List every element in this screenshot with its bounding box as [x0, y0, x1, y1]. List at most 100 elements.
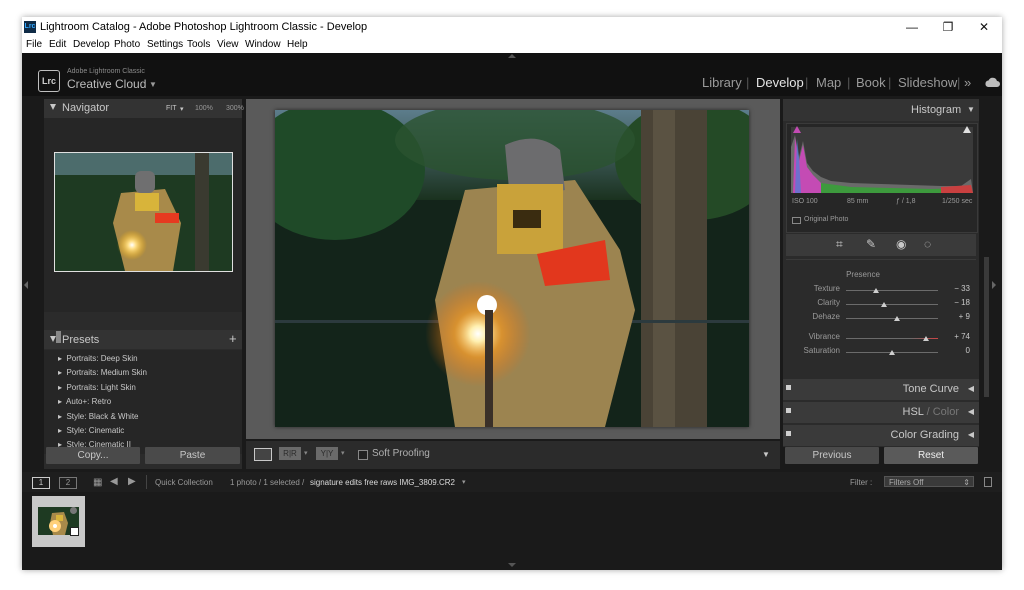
zoom-100[interactable]: 100%: [195, 105, 213, 112]
menu-help[interactable]: Help: [287, 39, 308, 50]
menu-tools[interactable]: Tools: [187, 39, 210, 50]
zoom-fit[interactable]: FIT: [166, 105, 177, 112]
right-panel-scrollbar[interactable]: [984, 257, 989, 397]
preset-label: Portraits: Light Skin: [66, 383, 136, 392]
slider-thumb[interactable]: [923, 336, 930, 341]
tool-strip: ⌗ ✎ ◉ ◌: [786, 234, 976, 256]
swap-dropdown-icon[interactable]: ▾: [341, 449, 345, 457]
collapse-histogram-icon[interactable]: ▼: [967, 105, 975, 114]
collapse-right-icon[interactable]: [992, 281, 996, 289]
filmstrip: [22, 494, 1002, 549]
source-collection[interactable]: Quick Collection: [155, 478, 213, 487]
panel-toggle-icon[interactable]: [786, 408, 791, 413]
slider-thumb[interactable]: [880, 302, 887, 307]
forward-arrow-icon[interactable]: ▶: [128, 476, 136, 487]
histogram-shutter: 1/250 sec: [942, 198, 973, 205]
preset-item[interactable]: ▸ Auto+: Retro: [58, 397, 111, 406]
module-library[interactable]: Library: [702, 75, 742, 90]
preset-item[interactable]: ▸ Style: Black & White: [58, 412, 139, 421]
crop-tool-icon[interactable]: ⌗: [836, 237, 843, 252]
menu-photo[interactable]: Photo: [114, 39, 140, 50]
slider-thumb[interactable]: [893, 316, 900, 321]
identity-dropdown-icon[interactable]: ▼: [149, 80, 157, 89]
slider-value[interactable]: + 74: [946, 332, 970, 341]
module-develop[interactable]: Develop: [756, 75, 804, 90]
preset-item[interactable]: ▸ Portraits: Medium Skin: [58, 368, 147, 377]
paste-settings-button[interactable]: Paste: [145, 447, 240, 464]
menu-edit[interactable]: Edit: [49, 39, 66, 50]
soft-proofing-checkbox[interactable]: [358, 450, 368, 460]
navigator-preview[interactable]: [54, 152, 233, 272]
slider-track[interactable]: [846, 290, 938, 291]
reset-button[interactable]: Reset: [884, 447, 978, 464]
filename-dropdown-icon[interactable]: ▾: [462, 478, 466, 486]
healing-tool-icon[interactable]: ✎: [866, 237, 876, 251]
slider-thumb[interactable]: [889, 350, 895, 355]
zoom-dropdown-icon[interactable]: ▾: [180, 105, 184, 113]
menu-window[interactable]: Window: [245, 39, 281, 50]
navigator-header[interactable]: Navigator FIT ▾ 100% 300% ⇕: [44, 99, 261, 118]
hsl-tab[interactable]: HSL: [903, 406, 924, 418]
primary-window-button[interactable]: 1: [32, 477, 50, 489]
menu-view[interactable]: View: [217, 39, 239, 50]
menu-develop[interactable]: Develop: [73, 39, 110, 50]
toolbar-menu-icon[interactable]: ▼: [762, 450, 770, 459]
slider-track[interactable]: [846, 304, 938, 305]
add-preset-icon[interactable]: +: [229, 331, 237, 346]
slider-track[interactable]: [846, 318, 938, 319]
slider-value[interactable]: + 9: [946, 312, 970, 321]
previous-button[interactable]: Previous: [785, 447, 879, 464]
panel-toggle-icon[interactable]: [786, 385, 791, 390]
color-grading-section[interactable]: Color Grading ◀: [783, 425, 979, 446]
copy-settings-button[interactable]: Copy...: [46, 447, 140, 464]
minimize-icon[interactable]: —: [894, 17, 930, 38]
masking-tool-icon[interactable]: ◌: [924, 237, 931, 251]
module-book[interactable]: Book: [856, 75, 886, 90]
zoom-300[interactable]: 300%: [226, 105, 244, 112]
presets-header[interactable]: Presets +: [44, 330, 242, 349]
color-tab[interactable]: Color: [933, 406, 959, 418]
before-after-dropdown-icon[interactable]: ▾: [304, 449, 308, 457]
hsl-section[interactable]: HSL / Color ◀: [783, 402, 979, 423]
red-eye-tool-icon[interactable]: ◉: [896, 237, 906, 251]
back-arrow-icon[interactable]: ◀: [110, 476, 118, 487]
cloud-sync-icon[interactable]: [984, 76, 1000, 88]
slider-value[interactable]: 0: [946, 346, 970, 355]
tone-curve-section[interactable]: Tone Curve ◀: [783, 379, 979, 400]
slider-value[interactable]: − 33: [946, 284, 970, 293]
filter-lock-icon[interactable]: [984, 477, 992, 487]
swap-before-after-icon[interactable]: Y|Y: [316, 447, 338, 460]
main-photo[interactable]: [275, 110, 749, 427]
secondary-window-button[interactable]: 2: [59, 477, 77, 489]
filter-select[interactable]: Filters Off ⇕: [884, 476, 974, 487]
collapse-left-icon[interactable]: [24, 281, 28, 289]
panel-toggle-icon[interactable]: [786, 431, 791, 436]
module-slideshow[interactable]: Slideshow: [898, 75, 957, 90]
preset-item[interactable]: ▸ Style: Cinematic: [58, 426, 124, 435]
menu-settings[interactable]: Settings: [147, 39, 183, 50]
expand-arrow-icon: [50, 104, 56, 110]
panel-scrollbar[interactable]: [56, 331, 61, 343]
close-icon[interactable]: ✕: [966, 17, 1002, 38]
menu-file[interactable]: File: [26, 39, 42, 50]
histogram-aperture: ƒ / 1,8: [896, 198, 916, 205]
slider-thumb[interactable]: [873, 288, 880, 293]
filmstrip-thumbnail-cell[interactable]: [32, 496, 85, 547]
grid-view-icon[interactable]: ▦: [93, 477, 102, 488]
before-after-icon[interactable]: R|R: [279, 447, 301, 460]
preset-item[interactable]: ▸ Portraits: Light Skin: [58, 383, 136, 392]
maximize-icon[interactable]: ❐: [930, 17, 966, 38]
module-map[interactable]: Map: [816, 75, 841, 90]
filter-stepper-icon: ⇕: [963, 478, 970, 487]
collapse-top-icon[interactable]: [508, 54, 516, 58]
more-modules-icon[interactable]: »: [964, 75, 971, 90]
slider-value[interactable]: − 18: [946, 298, 970, 307]
selected-filename[interactable]: signature edits free raws IMG_3809.CR2: [310, 478, 455, 487]
collapse-bottom-icon[interactable]: [508, 563, 516, 567]
histogram-header[interactable]: Histogram ▼: [783, 99, 979, 121]
loupe-view-icon[interactable]: [254, 448, 272, 461]
highlight-clipping-icon[interactable]: [963, 126, 971, 133]
shadow-clipping-icon[interactable]: [793, 126, 801, 133]
hsl-color-label: HSL / Color: [903, 406, 959, 418]
preset-item[interactable]: ▸ Portraits: Deep Skin: [58, 354, 138, 363]
